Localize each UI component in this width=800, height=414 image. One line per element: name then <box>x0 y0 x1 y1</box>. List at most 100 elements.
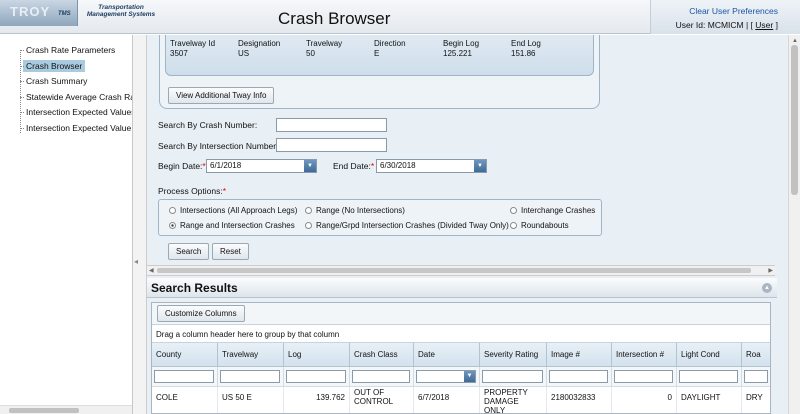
filter-input[interactable] <box>154 370 214 383</box>
cell-crash-class: OUT OF CONTROL <box>350 387 414 413</box>
sidebar-item-label: Intersection Expected Value D <box>26 122 133 133</box>
filter-cell: ▼ <box>414 367 480 387</box>
collapse-up-icon[interactable]: ▲ <box>762 283 772 293</box>
app-header: TROY TMS Transportation Management Syste… <box>0 0 800 34</box>
sidebar-horizontal-scrollbar[interactable] <box>0 405 132 414</box>
scroll-right-icon[interactable]: ▶ <box>768 267 773 274</box>
travelway-value: 50 <box>306 49 315 58</box>
scroll-up-icon[interactable]: ▲ <box>792 38 798 44</box>
sidebar: Crash Rate Parameters Crash Browser Cras… <box>0 35 133 414</box>
column-header-crash-class[interactable]: Crash Class <box>350 343 414 367</box>
column-header-date[interactable]: Date <box>414 343 480 367</box>
cell-travelway: US 50 E <box>218 387 284 413</box>
logo-subtext: TMS <box>58 11 71 17</box>
column-header-log[interactable]: Log <box>284 343 350 367</box>
cell-county: COLE <box>152 387 218 413</box>
calendar-dropdown-icon[interactable]: ▼ <box>474 160 486 172</box>
pane-splitter[interactable]: ◂ <box>133 35 147 414</box>
filter-cell <box>677 367 742 387</box>
travelway-value: 3507 <box>170 49 188 58</box>
option-label: Intersections (All Approach Legs) <box>180 206 298 215</box>
sidebar-item-crash-browser[interactable]: Crash Browser <box>0 59 132 75</box>
process-options-label: Process Options:* <box>158 186 226 196</box>
user-bracket: ] <box>775 20 778 30</box>
app-tagline: Transportation Management Systems <box>86 4 156 18</box>
radio-icon <box>510 222 517 229</box>
designation-col: Designation US <box>238 39 280 59</box>
option-label: Interchange Crashes <box>521 206 596 215</box>
column-header-travelway[interactable]: Travelway <box>218 343 284 367</box>
date-filter-input[interactable]: ▼ <box>416 370 476 383</box>
cell-date: 6/7/2018 <box>414 387 480 413</box>
view-tway-info-button[interactable]: View Additional Tway Info <box>168 87 275 104</box>
filter-input[interactable] <box>482 370 543 383</box>
travelway-value: US <box>238 49 250 58</box>
page-title: Crash Browser <box>278 9 391 28</box>
reset-button[interactable]: Reset <box>212 243 249 260</box>
travelway-value: 151.86 <box>511 49 536 58</box>
column-header-county[interactable]: County <box>152 343 218 367</box>
page-vertical-scrollbar[interactable]: ▲ <box>788 35 800 414</box>
begin-date-label: Begin Date:* <box>158 161 206 171</box>
user-id-label: User Id: MCMICM | [ <box>675 20 753 30</box>
option-roundabouts[interactable]: Roundabouts <box>510 221 569 230</box>
travelway-info: Travelway Id 3507 Designation US Travelway… <box>165 35 594 76</box>
begin-date-input[interactable]: 6/1/2018 ▼ <box>206 159 317 173</box>
intersection-number-input[interactable] <box>276 138 387 152</box>
column-header-image[interactable]: Image # <box>547 343 612 367</box>
sidebar-item-label: Intersection Expected Values <box>26 107 133 117</box>
filter-input[interactable] <box>614 370 673 383</box>
direction-col: Direction E <box>374 39 406 59</box>
option-range-grpd-intersection[interactable]: Range/Grpd Intersection Crashes (Divided… <box>305 221 509 230</box>
end-date-label: End Date:* <box>333 161 374 171</box>
collapse-left-icon[interactable]: ◂ <box>134 257 138 266</box>
calendar-dropdown-icon[interactable]: ▼ <box>464 371 475 382</box>
travelway-header: Travelway <box>306 39 343 48</box>
sidebar-item-intersection-expected-values[interactable]: Intersection Expected Values <box>0 105 133 121</box>
option-range-and-intersection[interactable]: Range and Intersection Crashes <box>169 221 295 230</box>
filter-input[interactable] <box>220 370 280 383</box>
group-by-area[interactable]: Drag a column header here to group by th… <box>152 325 770 343</box>
filter-input[interactable] <box>549 370 608 383</box>
option-intersections[interactable]: Intersections (All Approach Legs) <box>169 206 297 215</box>
calendar-dropdown-icon[interactable]: ▼ <box>304 160 316 172</box>
cell-severity-rating: PROPERTY DAMAGE ONLY <box>480 387 547 413</box>
user-area: Clear User Preferences User Id: MCMICM |… <box>650 0 800 34</box>
form-horizontal-scrollbar[interactable]: ◀ ▶ <box>147 265 775 276</box>
scroll-left-icon[interactable]: ◀ <box>149 267 154 274</box>
filter-cell <box>612 367 677 387</box>
customize-columns-button[interactable]: Customize Columns <box>157 305 245 322</box>
sidebar-item-label: Statewide Average Crash Rate <box>26 91 133 102</box>
sidebar-item-label: Crash Summary <box>26 76 88 86</box>
user-link[interactable]: User <box>755 20 773 30</box>
crash-number-input[interactable] <box>276 118 387 132</box>
travelway-col: Travelway 50 <box>306 39 342 59</box>
filter-input[interactable] <box>286 370 346 383</box>
filter-input[interactable] <box>352 370 410 383</box>
cell-road: DRY <box>742 387 770 413</box>
column-header-intersection[interactable]: Intersection # <box>612 343 677 367</box>
results-title: Search Results <box>151 281 238 295</box>
filter-cell <box>350 367 414 387</box>
filter-input[interactable] <box>744 370 768 383</box>
sidebar-item-crash-rate-parameters[interactable]: Crash Rate Parameters <box>0 43 132 59</box>
option-interchange-crashes[interactable]: Interchange Crashes <box>510 206 595 215</box>
column-header-light-cond[interactable]: Light Cond <box>677 343 742 367</box>
option-range-no-intersections[interactable]: Range (No Intersections) <box>305 206 405 215</box>
app-logo: TROY TMS <box>0 0 78 26</box>
intersection-number-label: Search By Intersection Number: <box>158 141 279 151</box>
option-label: Range (No Intersections) <box>316 206 405 215</box>
column-header-road[interactable]: Roa <box>742 343 770 367</box>
user-info: User Id: MCMICM | [ User ] <box>676 20 778 30</box>
logo-text: TROY <box>10 4 51 19</box>
column-header-severity-rating[interactable]: Severity Rating <box>480 343 547 367</box>
end-date-input[interactable]: 6/30/2018 ▼ <box>376 159 487 173</box>
filter-cell <box>284 367 350 387</box>
filter-input[interactable] <box>679 370 738 383</box>
clear-preferences-link[interactable]: Clear User Preferences <box>689 6 778 16</box>
sidebar-item-crash-summary[interactable]: Crash Summary <box>0 74 132 90</box>
process-options-label-text: Process Options: <box>158 186 223 196</box>
sidebar-item-intersection-expected-value-detail[interactable]: Intersection Expected Value D <box>0 121 133 137</box>
search-button[interactable]: Search <box>168 243 210 260</box>
sidebar-item-statewide-average[interactable]: Statewide Average Crash Rate <box>0 90 133 106</box>
